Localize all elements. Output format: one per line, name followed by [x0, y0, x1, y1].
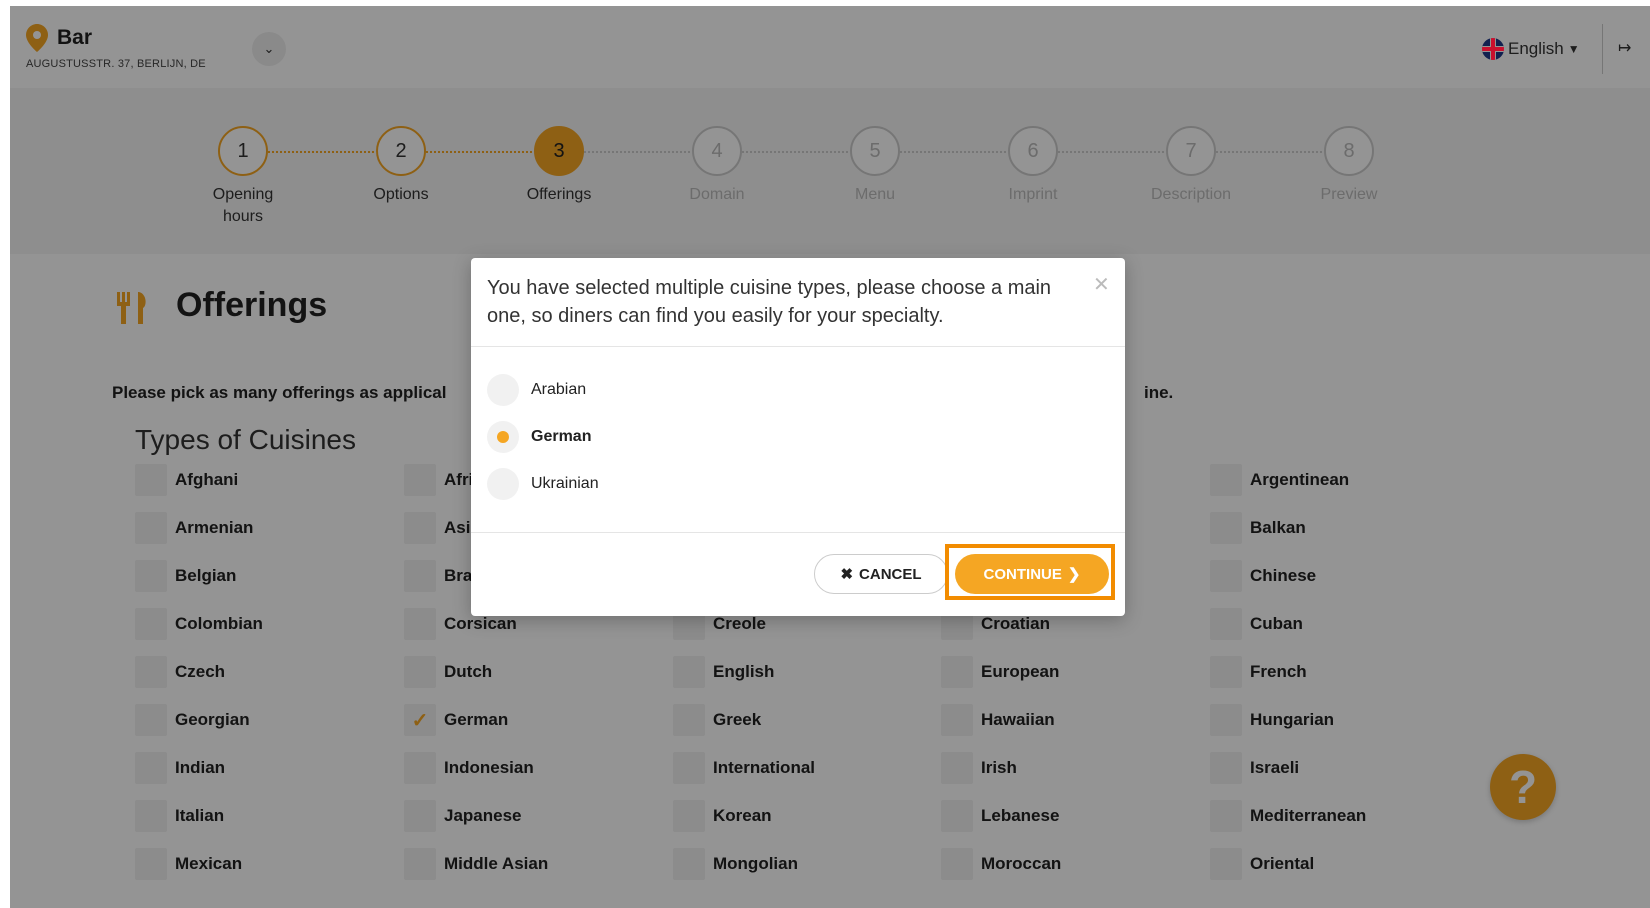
x-icon: ✖: [840, 566, 854, 583]
option-label: Ukrainian: [531, 475, 599, 492]
cancel-label: CANCEL: [859, 565, 922, 583]
option-label: Arabian: [531, 381, 587, 398]
dialog-header: You have selected multiple cuisine types…: [471, 258, 1125, 347]
continue-highlight-box: [945, 544, 1115, 600]
close-icon[interactable]: ✕: [1093, 272, 1110, 297]
radio-button[interactable]: [487, 421, 519, 453]
dialog-message: You have selected multiple cuisine types…: [487, 277, 1052, 327]
option-german[interactable]: German: [487, 421, 591, 453]
app-window: Bar AUGUSTUSSTR. 37, BERLIJN, DE ⌄ Engli…: [10, 6, 1650, 908]
option-label: German: [531, 428, 592, 445]
radio-button[interactable]: [487, 374, 519, 406]
cancel-button[interactable]: ✖ CANCEL: [814, 554, 948, 594]
option-arabian[interactable]: Arabian: [487, 374, 586, 406]
option-ukrainian[interactable]: Ukrainian: [487, 468, 599, 500]
radio-button[interactable]: [487, 468, 519, 500]
